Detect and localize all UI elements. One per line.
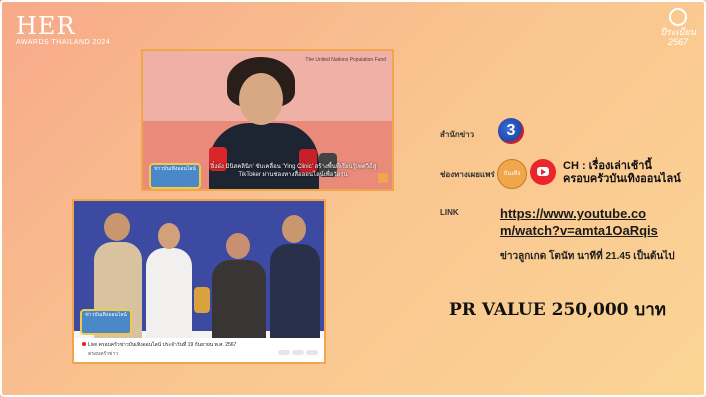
presenter-face: [239, 73, 283, 125]
logo-title: HER: [16, 12, 76, 40]
channel-name[interactable]: ครอบครัวข่าว: [88, 350, 118, 358]
ch3-logo-icon: 3: [498, 118, 524, 144]
person-head: [226, 233, 250, 259]
corner-badge: [378, 173, 388, 183]
video-action-buttons[interactable]: [276, 350, 318, 357]
channel-name-line2: ครอบครัวบันเทิงออนไลน์: [563, 173, 681, 185]
time-note: ข่าวลูกเกด โตนัท นาทีที่ 21.45 เป็นต้นไป: [500, 251, 675, 262]
seal-logo: ปีระเบียน 2567: [660, 8, 696, 47]
channel-label: ช่องทางเผยแพร่: [440, 170, 495, 179]
news-screenshot-2[interactable]: ข่าวบันเทิงออนไลน์ Live ครอบครัวข่าวบันเ…: [72, 199, 326, 364]
channel-badge: ข่าวบันเทิงออนไลน์: [149, 163, 201, 189]
more-button[interactable]: [306, 350, 318, 355]
person: [212, 260, 266, 340]
event-banner: The United Nations Population Fund: [305, 57, 386, 63]
like-button[interactable]: [278, 350, 290, 355]
youtube-info-bar: Live ครอบครัวข่าวบันเทิงออนไลน์ ประจำวัน…: [74, 338, 324, 362]
seal-ring-icon: [669, 8, 687, 26]
channel-badge: ข่าวบันเทิงออนไลน์: [80, 309, 132, 335]
video-title[interactable]: Live ครอบครัวข่าวบันเทิงออนไลน์ ประจำวัน…: [88, 342, 236, 348]
pr-value: PR VALUE 250,000 บาท: [449, 300, 666, 320]
news-caption: 'อิ๋งอ๋ง มินิสคลินิก' ขับเคลื่อน 'Ying C…: [209, 164, 377, 178]
share-button[interactable]: [292, 350, 304, 355]
channel-logo-icon: บันเทิง: [497, 159, 527, 189]
youtube-icon: [530, 159, 556, 185]
channel-name-line1: CH : เรื่องเล่าเช้านี้: [563, 160, 652, 172]
person: [146, 248, 192, 340]
logo-subtitle: AWARDS THAILAND 2024: [16, 39, 111, 46]
person: [270, 244, 320, 340]
agency-label: สำนักข่าว: [440, 130, 475, 139]
seal-text: ปีระเบียน 2567: [660, 27, 696, 47]
link-label: LINK: [440, 208, 459, 217]
live-icon: [82, 342, 86, 346]
channel-name-text: CH : เรื่องเล่าเช้านี้ ครอบครัวบันเทิงออ…: [563, 160, 681, 186]
person-head: [104, 213, 130, 241]
link-line1[interactable]: https://www.youtube.co: [500, 205, 700, 222]
person-head: [158, 223, 180, 249]
news-screenshot-1[interactable]: The United Nations Population Fund ข่าวบ…: [141, 49, 394, 191]
person-head: [282, 215, 306, 243]
video-title-row: Live ครอบครัวข่าวบันเทิงออนไลน์ ประจำวัน…: [82, 341, 236, 349]
link-line2[interactable]: m/watch?v=amta1OaRqis: [500, 222, 700, 239]
youtube-link[interactable]: https://www.youtube.co m/watch?v=amta1Oa…: [500, 205, 700, 239]
her-awards-logo: HER AWARDS THAILAND 2024: [16, 14, 110, 46]
trophy-icon: [194, 287, 210, 313]
